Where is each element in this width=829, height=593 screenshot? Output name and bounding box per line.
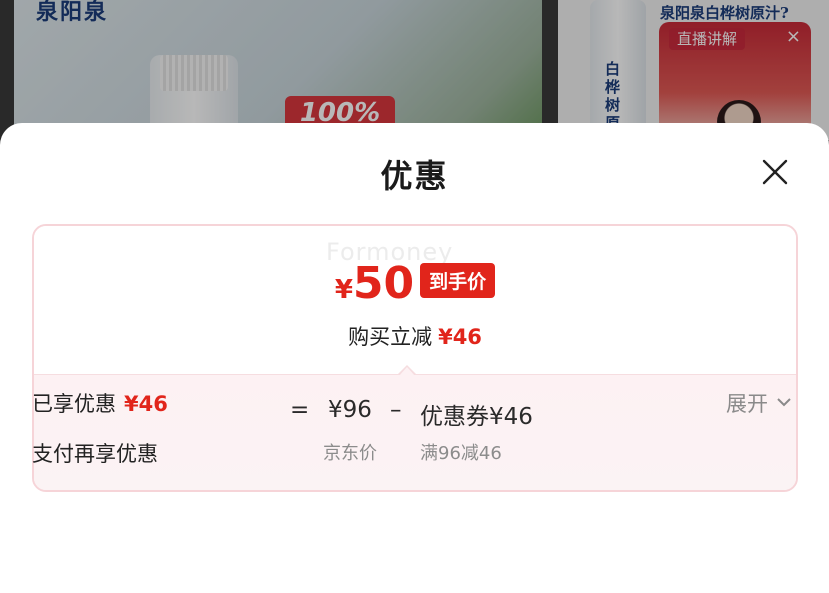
close-icon	[762, 159, 788, 185]
instant-discount-amount: ¥46	[438, 325, 482, 349]
discount-sheet: 优惠 Formoney ¥50 到手价 购买立减 ¥46 = ¥96 – 优惠券¥4…	[0, 123, 829, 593]
enjoyed-discount-amount: ¥46	[124, 392, 168, 416]
close-button[interactable]	[758, 155, 792, 189]
enjoyed-discount-label: 已享优惠	[32, 392, 116, 416]
currency-symbol: ¥	[334, 275, 353, 305]
final-price-section: Formoney ¥50 到手价 购买立减 ¥46	[34, 226, 796, 374]
coupon-value: 优惠券¥46	[420, 404, 533, 430]
coupon-rule: 满96减46	[420, 443, 502, 464]
expand-button[interactable]: 展开	[726, 388, 792, 418]
enjoyed-discount-row: 已享优惠 ¥46	[32, 388, 168, 418]
jd-price-label: 京东价	[323, 443, 377, 464]
jd-price-value: ¥96	[328, 397, 372, 423]
minus-sign: –	[390, 397, 402, 423]
pointer-arrow-fill	[399, 367, 415, 376]
final-price-value: 50	[352, 258, 415, 309]
equals-sign: =	[290, 397, 310, 423]
instant-discount-row: 购买立减 ¥46	[34, 321, 796, 351]
final-price-row: ¥50 到手价	[34, 258, 796, 309]
final-price-tag: 到手价	[420, 263, 496, 298]
pay-more-discount-row[interactable]: 支付再享优惠	[32, 438, 158, 468]
sheet-title: 优惠	[380, 157, 449, 195]
expand-label: 展开	[726, 392, 768, 416]
pay-more-label: 支付再享优惠	[32, 442, 158, 466]
instant-discount-label: 购买立减	[348, 325, 433, 349]
chevron-down-icon	[777, 398, 791, 407]
